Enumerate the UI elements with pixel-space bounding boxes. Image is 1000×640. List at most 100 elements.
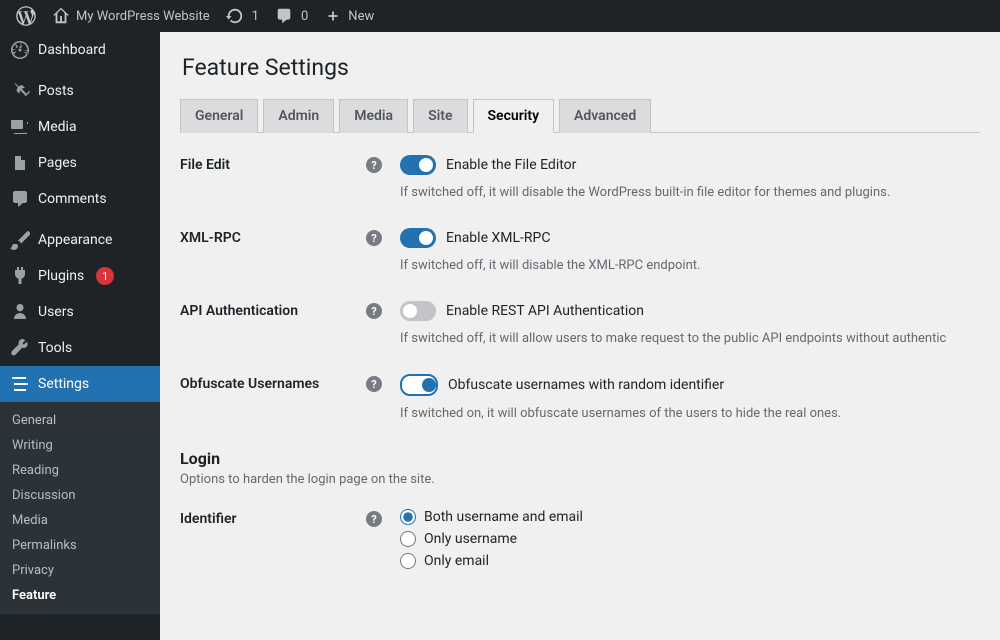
- sliders-icon: [10, 374, 30, 394]
- submenu-privacy[interactable]: Privacy: [0, 558, 160, 583]
- plugins-badge: 1: [96, 267, 114, 285]
- settings-tabs: General Admin Media Site Security Advanc…: [180, 99, 980, 133]
- desc-file-edit: If switched off, it will disable the Wor…: [400, 185, 980, 200]
- row-identifier: Identifier ? Both username and email Onl…: [180, 509, 980, 575]
- updates-count: 1: [252, 9, 259, 24]
- desc-obfuscate: If switched on, it will obfuscate userna…: [400, 406, 980, 421]
- row-xmlrpc: XML-RPC ? Enable XML-RPC If switched off…: [180, 228, 980, 273]
- tab-site[interactable]: Site: [413, 99, 467, 133]
- comments-link[interactable]: 0: [267, 0, 316, 32]
- toggle-label-obfuscate: Obfuscate usernames with random identifi…: [448, 377, 724, 393]
- submenu-reading[interactable]: Reading: [0, 458, 160, 483]
- radio-both[interactable]: Both username and email: [400, 509, 980, 525]
- main-content: Feature Settings General Admin Media Sit…: [160, 32, 1000, 640]
- menu-label: Appearance: [38, 232, 112, 248]
- row-obfuscate: Obfuscate Usernames ? Obfuscate username…: [180, 374, 980, 421]
- label-api-auth: API Authentication: [180, 303, 298, 319]
- toggle-label-api-auth: Enable REST API Authentication: [446, 303, 644, 319]
- home-icon: [52, 7, 70, 25]
- comments-icon: [10, 189, 30, 209]
- menu-dashboard[interactable]: Dashboard: [0, 32, 160, 68]
- brush-icon: [10, 230, 30, 250]
- tab-admin[interactable]: Admin: [263, 99, 334, 133]
- submenu-media[interactable]: Media: [0, 508, 160, 533]
- settings-submenu: General Writing Reading Discussion Media…: [0, 402, 160, 614]
- help-icon[interactable]: ?: [366, 230, 382, 246]
- menu-label: Dashboard: [38, 42, 106, 58]
- submenu-general[interactable]: General: [0, 408, 160, 433]
- toggle-obfuscate[interactable]: [400, 374, 438, 396]
- plus-icon: [324, 7, 342, 25]
- menu-settings[interactable]: Settings: [0, 366, 160, 402]
- label-identifier: Identifier: [180, 511, 237, 527]
- help-icon[interactable]: ?: [366, 511, 382, 527]
- toggle-label-xmlrpc: Enable XML-RPC: [446, 230, 550, 246]
- radio-input-username[interactable]: [400, 531, 416, 547]
- wordpress-logo[interactable]: [8, 0, 44, 32]
- help-icon[interactable]: ?: [366, 303, 382, 319]
- menu-media[interactable]: Media: [0, 109, 160, 145]
- section-login: Login: [180, 449, 980, 468]
- plug-icon: [10, 266, 30, 286]
- submenu-feature[interactable]: Feature: [0, 583, 160, 608]
- submenu-writing[interactable]: Writing: [0, 433, 160, 458]
- menu-users[interactable]: Users: [0, 294, 160, 330]
- user-icon: [10, 302, 30, 322]
- row-api-auth: API Authentication ? Enable REST API Aut…: [180, 301, 980, 346]
- menu-label: Comments: [38, 191, 107, 207]
- toggle-api-auth[interactable]: [400, 301, 436, 321]
- menu-label: Media: [38, 119, 77, 135]
- media-icon: [10, 117, 30, 137]
- new-label: New: [348, 9, 374, 24]
- menu-label: Tools: [38, 340, 72, 356]
- radio-input-both[interactable]: [400, 509, 416, 525]
- pin-icon: [10, 81, 30, 101]
- comments-count: 0: [301, 9, 308, 24]
- admin-bar: My WordPress Website 1 0 New: [0, 0, 1000, 32]
- menu-label: Settings: [38, 376, 89, 392]
- radio-username[interactable]: Only username: [400, 531, 980, 547]
- toggle-label-file-edit: Enable the File Editor: [446, 157, 576, 173]
- menu-label: Pages: [38, 155, 77, 171]
- menu-appearance[interactable]: Appearance: [0, 222, 160, 258]
- tab-media[interactable]: Media: [339, 99, 408, 133]
- new-content-link[interactable]: New: [316, 0, 382, 32]
- admin-sidebar: Dashboard Posts Media Pages Comments App…: [0, 32, 160, 640]
- menu-plugins[interactable]: Plugins 1: [0, 258, 160, 294]
- submenu-discussion[interactable]: Discussion: [0, 483, 160, 508]
- section-login-desc: Options to harden the login page on the …: [180, 472, 980, 487]
- toggle-file-edit[interactable]: [400, 155, 436, 175]
- tab-advanced[interactable]: Advanced: [559, 99, 651, 133]
- submenu-permalinks[interactable]: Permalinks: [0, 533, 160, 558]
- page-title: Feature Settings: [182, 54, 980, 81]
- desc-api-auth: If switched off, it will allow users to …: [400, 331, 980, 346]
- wrench-icon: [10, 338, 30, 358]
- label-xmlrpc: XML-RPC: [180, 230, 241, 246]
- help-icon[interactable]: ?: [366, 157, 382, 173]
- toggle-xmlrpc[interactable]: [400, 228, 436, 248]
- radio-email[interactable]: Only email: [400, 553, 980, 569]
- menu-label: Posts: [38, 83, 74, 99]
- label-file-edit: File Edit: [180, 157, 230, 173]
- radio-label: Only username: [424, 531, 517, 547]
- help-icon[interactable]: ?: [366, 376, 382, 392]
- updates-link[interactable]: 1: [218, 0, 267, 32]
- pages-icon: [10, 153, 30, 173]
- wordpress-icon: [16, 6, 36, 26]
- desc-xmlrpc: If switched off, it will disable the XML…: [400, 258, 980, 273]
- radio-label: Both username and email: [424, 509, 583, 525]
- menu-label: Users: [38, 304, 74, 320]
- site-link[interactable]: My WordPress Website: [44, 0, 218, 32]
- tab-general[interactable]: General: [180, 99, 258, 133]
- comment-icon: [275, 7, 293, 25]
- menu-tools[interactable]: Tools: [0, 330, 160, 366]
- label-obfuscate: Obfuscate Usernames: [180, 376, 319, 392]
- tab-security[interactable]: Security: [473, 99, 555, 133]
- radio-label: Only email: [424, 553, 489, 569]
- radio-input-email[interactable]: [400, 553, 416, 569]
- menu-pages[interactable]: Pages: [0, 145, 160, 181]
- site-name: My WordPress Website: [76, 9, 210, 24]
- menu-posts[interactable]: Posts: [0, 73, 160, 109]
- menu-comments[interactable]: Comments: [0, 181, 160, 217]
- menu-label: Plugins: [38, 268, 84, 284]
